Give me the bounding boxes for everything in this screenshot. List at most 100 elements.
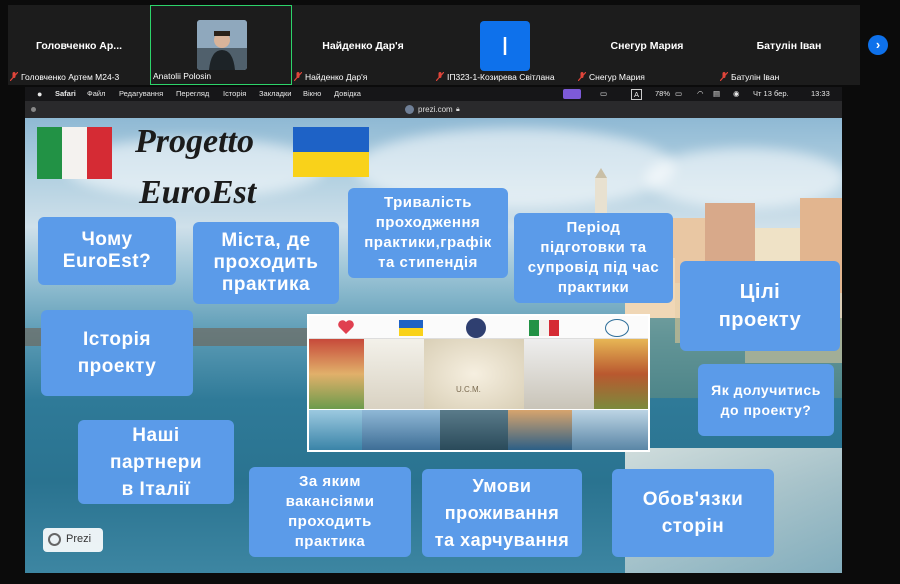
button-line: проживання — [444, 502, 560, 523]
menu-item-window[interactable]: Вікно — [303, 87, 321, 101]
wifi-icon[interactable]: ◠ — [697, 87, 704, 101]
button-line: проекту — [77, 356, 157, 377]
button-line: Період — [566, 219, 621, 236]
participant-tile[interactable]: Батулін Іван Батулін Іван — [718, 5, 860, 85]
coast-photo — [362, 410, 440, 450]
button-line: практики,графік — [364, 234, 492, 251]
keyboard-layout-indicator[interactable]: A — [631, 89, 643, 100]
participant-caption: Батулін Іван — [720, 71, 779, 83]
slide-title-line1: Progetto — [135, 123, 254, 160]
prezi-badge[interactable]: Prezi — [43, 528, 103, 552]
menu-item-view[interactable]: Перегляд — [176, 87, 209, 101]
history-button[interactable]: Історія проекту — [41, 310, 193, 396]
display-icon[interactable]: ▭ — [600, 87, 607, 101]
participant-caption: Anatolii Polosin — [153, 70, 211, 82]
menubar-time: 13:33 — [811, 89, 830, 98]
button-line: до проекту? — [720, 402, 812, 418]
participant-tile[interactable]: Найденко Дар'я Найденко Дар'я — [292, 5, 434, 85]
button-line: сторін — [661, 516, 725, 537]
chef-photo — [364, 339, 424, 409]
participant-name: Батулін Іван — [756, 40, 822, 52]
participant-name: Головченко Ар... — [35, 40, 123, 52]
button-line: Міста, де — [221, 230, 311, 251]
battery-icon[interactable]: ▭ — [675, 87, 682, 101]
participant-caption-text: Головченко Артем М24-3 — [21, 72, 120, 82]
participant-caption-text: Батулін Іван — [731, 72, 780, 82]
mic-muted-icon — [10, 72, 18, 81]
menu-item-bookmarks[interactable]: Закладки — [259, 87, 291, 101]
button-line: практика — [294, 533, 366, 550]
mac-menubar: ● Safari Файл Редагування Перегляд Істор… — [25, 87, 842, 101]
menu-item-file[interactable]: Файл — [87, 87, 105, 101]
cliff-photo — [440, 410, 508, 450]
why-euroest-button[interactable]: Чому EuroEst? — [38, 217, 176, 285]
browser-toolbar: prezi.com 🔒︎ — [25, 101, 842, 118]
participant-caption: ІП323-1-Козирева Світлана — [436, 71, 555, 83]
participant-name: Найденко Дар'я — [322, 40, 404, 52]
button-line: та стипендія — [378, 254, 478, 271]
collage-italy-flag-icon — [529, 320, 559, 336]
button-line: EuroEst? — [62, 251, 152, 272]
screen-share-icon[interactable] — [563, 89, 581, 99]
partner-collage-image[interactable]: U.C.M. — [307, 314, 650, 452]
button-line: проекту — [718, 309, 802, 331]
site-favicon-icon — [405, 105, 414, 114]
apple-icon[interactable]: ● — [37, 87, 42, 101]
participant-tile-active[interactable]: Anatolii Polosin — [150, 5, 292, 85]
button-line: вакансіями — [285, 493, 375, 510]
menu-item-history[interactable]: Історія — [223, 87, 246, 101]
button-line: Умови — [472, 475, 532, 496]
mic-muted-icon — [578, 72, 586, 81]
food-photo — [309, 339, 364, 409]
obligations-button[interactable]: Обов'язки сторін — [612, 469, 774, 557]
slide-title-line2: EuroEst — [139, 174, 257, 211]
participant-initial-avatar: I — [480, 21, 530, 71]
vacancies-button[interactable]: За яким вакансіями проходить практика — [249, 467, 411, 557]
duration-button[interactable]: Тривалість проходження практики,графік та с… — [348, 188, 508, 278]
collage-ukraine-flag-icon — [399, 320, 423, 336]
button-line: в Італії — [121, 478, 191, 500]
button-line: Тривалість — [384, 194, 472, 211]
button-line: За яким — [299, 473, 361, 490]
prezi-slide: Progetto EuroEst Чому EuroEst? Міста, де п… — [25, 118, 842, 573]
prezi-badge-label: Prezi — [66, 533, 92, 545]
how-to-join-button[interactable]: Як долучитись до проекту? — [698, 364, 834, 436]
button-line: Обов'язки — [642, 489, 744, 510]
url-text[interactable]: prezi.com — [418, 101, 453, 118]
button-line: Як долучитись — [711, 382, 821, 398]
participant-tile[interactable]: Снегур Мария Снегур Мария — [576, 5, 718, 85]
participant-caption-text: Найденко Дар'я — [305, 72, 368, 82]
coast-photo — [309, 410, 362, 450]
button-line: супровід під час — [527, 259, 660, 276]
italy-flag-icon — [37, 127, 112, 179]
menu-app-safari[interactable]: Safari — [55, 87, 76, 101]
control-center-icon[interactable]: ▤ — [713, 87, 720, 101]
prezi-logo-icon — [48, 533, 61, 546]
cities-button[interactable]: Міста, де проходить практика — [193, 222, 339, 304]
menubar-date: Чт 13 бер. — [753, 89, 789, 98]
partners-button[interactable]: Наші партнери в Італії — [78, 420, 234, 504]
collage-caption: U.C.M. — [456, 385, 481, 394]
heart-logo-icon — [338, 320, 354, 334]
ukraine-flag-icon — [293, 127, 369, 177]
window-control-icon[interactable] — [31, 107, 36, 112]
participant-caption-text: ІП323-1-Козирева Світлана — [447, 72, 555, 82]
menu-item-help[interactable]: Довідка — [334, 87, 361, 101]
preparation-button[interactable]: Період підготовки та супровід під час практ… — [514, 213, 673, 303]
participant-video-thumbnail — [197, 20, 247, 70]
goals-button[interactable]: Цілі проекту — [680, 261, 840, 351]
button-line: Чому — [81, 229, 133, 250]
participant-tile[interactable]: I ІП323-1-Козирева Світлана — [434, 5, 576, 85]
school-logo-icon — [605, 319, 629, 337]
collage-logos-row — [309, 316, 648, 339]
next-page-chevron-icon[interactable]: › — [868, 35, 888, 55]
button-line: підготовки та — [540, 239, 647, 256]
button-line: практики — [557, 279, 630, 296]
button-line: проходить — [288, 513, 372, 530]
menu-item-edit[interactable]: Редагування — [119, 87, 163, 101]
siri-icon[interactable]: ◉ — [733, 87, 740, 101]
button-line: Наші — [132, 424, 180, 446]
participant-tile[interactable]: Головченко Ар... Головченко Артем М24-3 — [8, 5, 150, 85]
button-line: проходження — [375, 214, 481, 231]
living-conditions-button[interactable]: Умови проживання та харчування — [422, 469, 582, 557]
